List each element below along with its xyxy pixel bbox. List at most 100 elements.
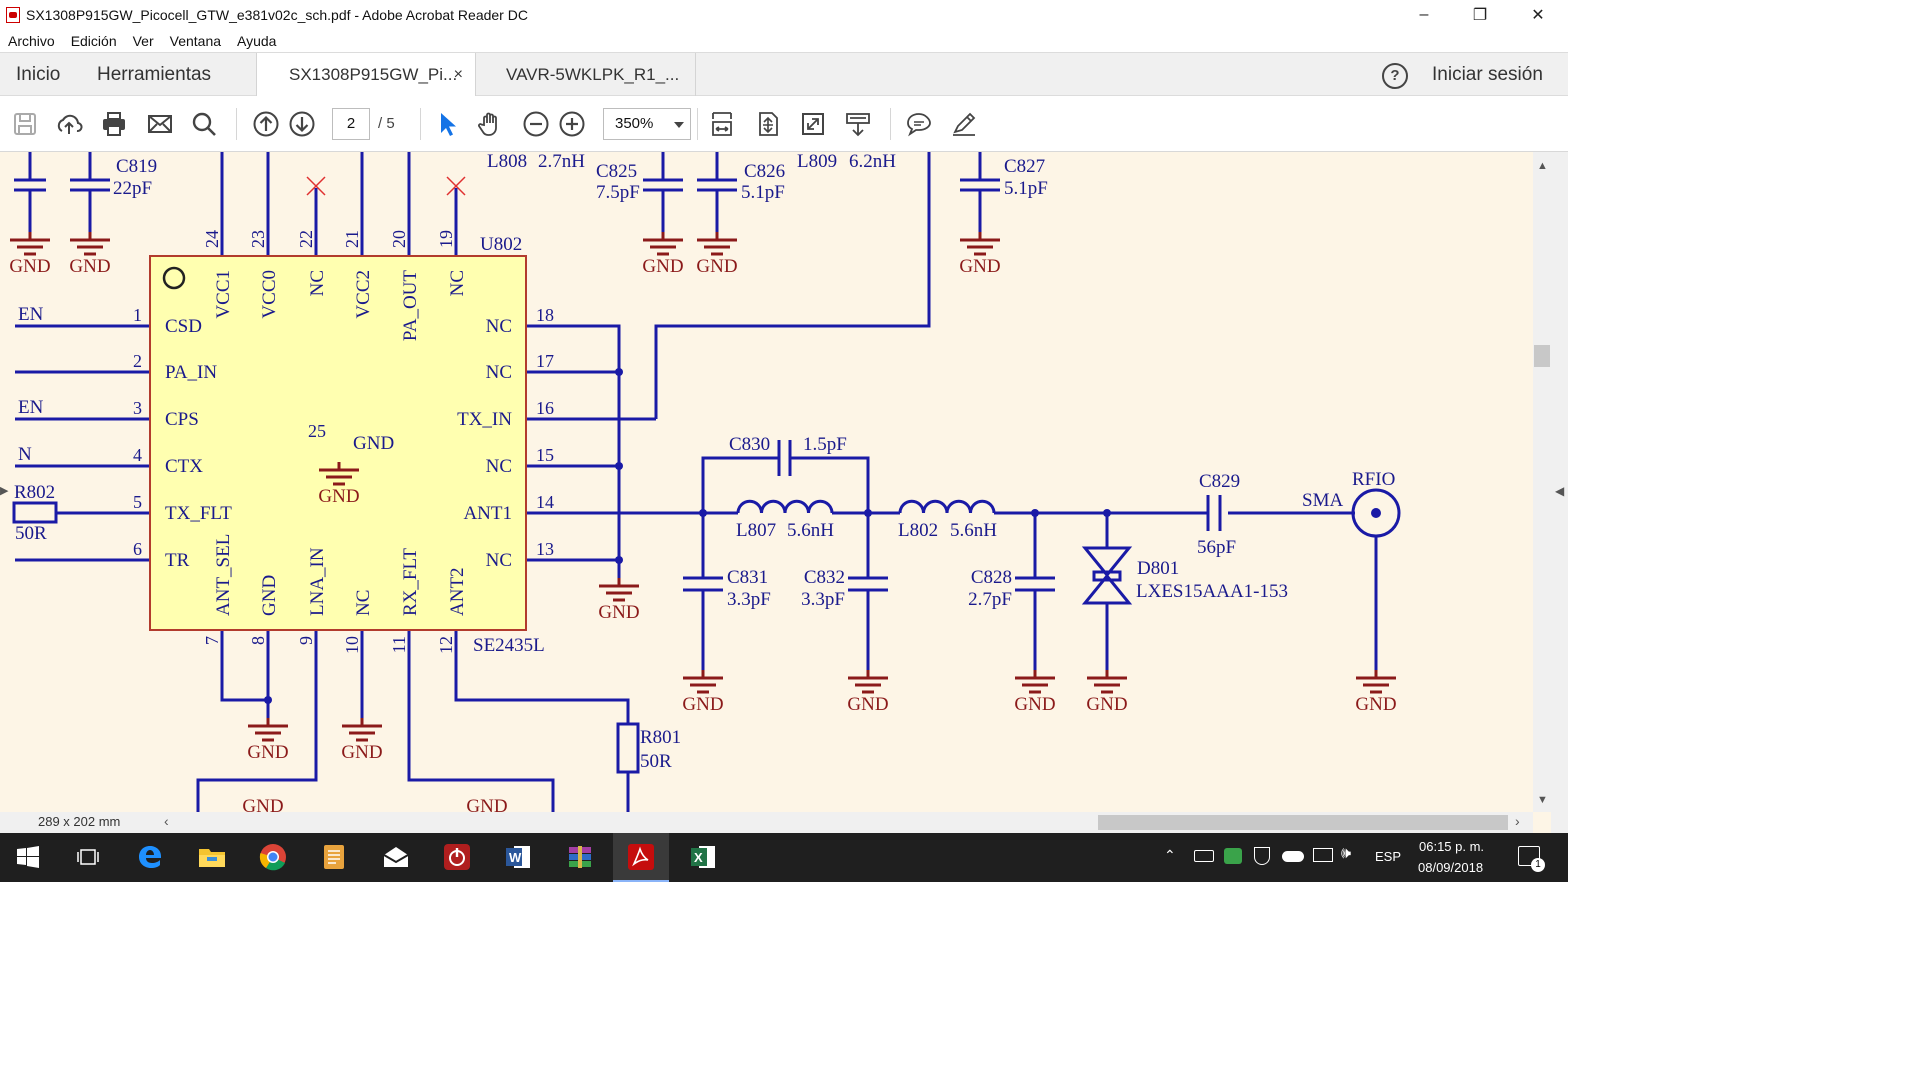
schematic-label: C826 [744, 161, 785, 182]
pin-number: 15 [536, 445, 554, 465]
word-icon[interactable]: W [502, 841, 534, 873]
menu-edicion[interactable]: Edición [71, 33, 117, 49]
tab-label: SX1308P915GW_Pi... [289, 65, 458, 84]
tab-close-icon[interactable]: × [454, 53, 463, 97]
zoom-select[interactable]: 350% [603, 108, 691, 140]
notification-count-badge: 1 [1531, 858, 1545, 872]
zoom-out-icon[interactable] [522, 110, 550, 138]
file-explorer-icon[interactable] [196, 841, 228, 873]
vertical-scroll-thumb[interactable] [1534, 345, 1550, 367]
clock-time[interactable]: 06:15 p. m. [1419, 839, 1484, 854]
vertical-scrollbar[interactable]: ▲ ▼ [1533, 152, 1551, 812]
schematic-label: D801 [1137, 558, 1179, 579]
junction-dot [864, 509, 872, 517]
select-tool-icon[interactable] [433, 110, 461, 138]
next-page-icon[interactable] [288, 110, 316, 138]
edge-browser-icon[interactable] [134, 841, 166, 873]
scroll-up-icon[interactable]: ▲ [1537, 160, 1548, 172]
menu-bar: Archivo Edición Ver Ventana Ayuda [0, 30, 1568, 52]
maximize-button[interactable]: ❐ [1452, 0, 1508, 30]
winrar-icon[interactable] [564, 841, 596, 873]
sign-pen-icon[interactable] [950, 110, 978, 138]
horizontal-scrollbar[interactable]: 289 x 202 mm ‹ › [0, 812, 1533, 833]
capacitor-symbol [1206, 495, 1222, 531]
chrome-icon[interactable] [257, 841, 289, 873]
full-screen-icon[interactable] [799, 110, 827, 138]
schematic-label: 3.3pF [727, 589, 771, 610]
pin-number: 8 [248, 636, 268, 645]
menu-ventana[interactable]: Ventana [170, 33, 221, 49]
pin-name: NC [486, 316, 512, 337]
battery-icon[interactable] [1194, 850, 1214, 862]
volume-icon[interactable]: 🕪 [1341, 845, 1351, 863]
nav-home[interactable]: Inicio [16, 53, 60, 97]
comment-icon[interactable] [905, 110, 933, 138]
ground-label: GND [1086, 694, 1127, 715]
previous-page-icon[interactable] [252, 110, 280, 138]
fit-width-icon[interactable] [708, 110, 736, 138]
toolbar-separator [697, 108, 698, 140]
schematic-label: 50R [15, 523, 47, 544]
onedrive-cloud-icon[interactable] [1282, 851, 1304, 862]
scroll-down-icon[interactable]: ▼ [1537, 794, 1548, 806]
toolbar-separator [236, 108, 237, 140]
side-panel-toggle[interactable]: ◀ [1551, 152, 1568, 833]
schematic-label: R801 [640, 727, 681, 748]
horizontal-scroll-thumb[interactable] [1098, 815, 1508, 830]
ground-symbol [683, 670, 723, 694]
mail-app-icon[interactable] [380, 841, 412, 873]
zoom-in-icon[interactable] [558, 110, 586, 138]
window-title: SX1308P915GW_Picocell_GTW_e381v02c_sch.p… [26, 7, 528, 23]
notes-app-icon[interactable] [318, 841, 350, 873]
pin-number: 6 [133, 539, 142, 559]
save-icon[interactable] [11, 110, 39, 138]
pin-name: NC [353, 590, 374, 616]
nav-tools[interactable]: Herramientas [97, 53, 211, 97]
schematic-label: RFIO [1352, 469, 1395, 490]
task-view-icon[interactable] [72, 841, 104, 873]
ground-label: GND [1355, 694, 1396, 715]
pin-name: ANT_SEL [213, 534, 234, 616]
security-app-icon[interactable] [1224, 848, 1242, 864]
schematic-label: C831 [727, 567, 768, 588]
email-icon[interactable] [146, 110, 174, 138]
pin-name: GND [259, 575, 280, 616]
show-hidden-icons-chevron-icon[interactable]: ⌃ [1164, 847, 1176, 864]
sign-in-link[interactable]: Iniciar sesión [1432, 53, 1543, 97]
pin-number: 3 [133, 398, 142, 418]
input-language[interactable]: ESP [1375, 849, 1401, 864]
page-number-input[interactable]: 2 [332, 108, 370, 140]
close-window-button[interactable]: ✕ [1510, 0, 1566, 30]
chevron-left-icon[interactable]: ◀ [1555, 484, 1564, 498]
pin-name: GND [353, 433, 394, 454]
scroll-right-icon[interactable]: › [1515, 813, 1520, 829]
search-icon[interactable] [190, 110, 218, 138]
scroll-mode-icon[interactable] [844, 110, 872, 138]
defender-shield-icon[interactable] [1254, 847, 1270, 865]
capacitor-symbol [14, 178, 46, 192]
pin-name: CPS [165, 409, 199, 430]
cloud-upload-icon[interactable] [55, 110, 83, 138]
tab-document-1[interactable]: SX1308P915GW_Pi... × [256, 53, 476, 98]
minimize-button[interactable]: – [1396, 0, 1452, 30]
tab-document-2[interactable]: VAVR-5WKLPK_R1_... [476, 53, 696, 97]
network-icon[interactable] [1313, 848, 1333, 862]
print-icon[interactable] [100, 110, 128, 138]
pin-name: LNA_IN [307, 547, 328, 616]
document-viewer[interactable]: GND GND GND GND GND GND GND GND GND GND GND GND GND G… [0, 152, 1568, 833]
menu-archivo[interactable]: Archivo [8, 33, 55, 49]
clock-date[interactable]: 08/09/2018 [1418, 860, 1483, 875]
scroll-left-icon[interactable]: ‹ [164, 813, 169, 829]
menu-ayuda[interactable]: Ayuda [237, 33, 276, 49]
excel-icon[interactable]: X [687, 841, 719, 873]
help-icon[interactable]: ? [1382, 63, 1408, 89]
fit-page-icon[interactable] [754, 110, 782, 138]
windows-start-icon[interactable] [12, 841, 44, 873]
menu-ver[interactable]: Ver [133, 33, 154, 49]
acrobat-icon[interactable] [625, 841, 657, 873]
power-app-icon[interactable] [441, 841, 473, 873]
pin-name: VCC0 [259, 270, 280, 319]
left-panel-toggle-icon[interactable]: ▶ [0, 484, 8, 497]
hand-tool-icon[interactable] [477, 110, 505, 138]
pin-number: 22 [296, 230, 316, 248]
